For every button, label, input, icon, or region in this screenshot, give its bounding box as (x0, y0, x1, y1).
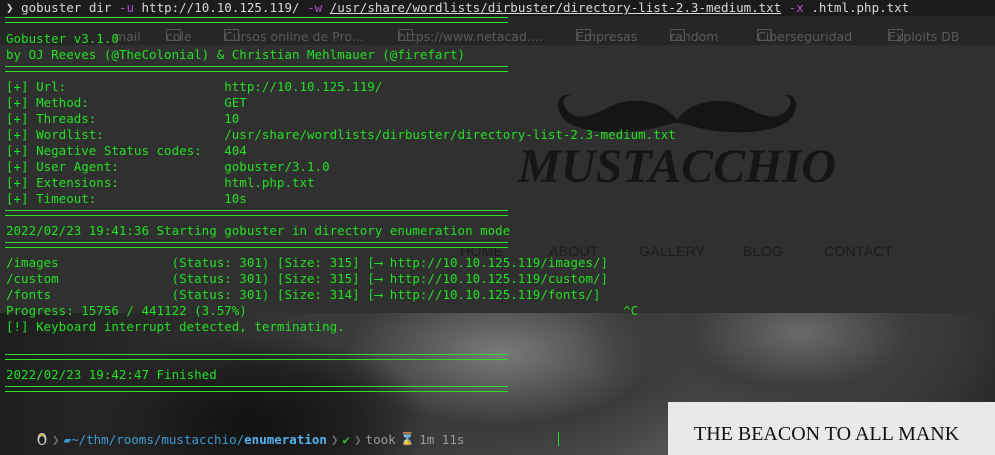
terminal-window[interactable]: ❯ gobuster dir -u http://10.10.125.119/ … (0, 0, 995, 455)
interrupt-message: [!] Keyboard interrupt detected, termina… (6, 319, 345, 334)
config-line: [+] Extensions: html.php.txt (6, 175, 315, 190)
config-line: [+] Url: http://10.10.125.119/ (6, 79, 383, 94)
current-directory: ▰ ~/thm/rooms/mustacchio/enumeration (63, 431, 327, 447)
start-message: 2022/02/23 19:41:36 Starting gobuster in… (6, 223, 511, 238)
result-row: /images (Status: 301) [Size: 315] [⟶ htt… (6, 255, 609, 270)
separator-rule (5, 210, 508, 216)
shell-prompt: ❯ ▰ ~/thm/rooms/mustacchio/enumeration ❯ … (36, 430, 464, 448)
separator-rule (5, 242, 508, 248)
config-line: [+] Method: GET (6, 95, 247, 110)
success-check-icon: ✔ (342, 431, 351, 447)
command-extensions: .html.php.txt (811, 0, 910, 15)
config-line: [+] User Agent: gobuster/3.1.0 (6, 159, 330, 174)
command-mode: dir (88, 0, 112, 15)
config-line: [+] Threads: 10 (6, 111, 240, 126)
chevron-right-icon: ❯ (330, 431, 339, 447)
flag-url: -u (118, 0, 134, 15)
config-line: [+] Negative Status codes: 404 (6, 143, 247, 158)
banner-title: Gobuster v3.1.0 (6, 31, 119, 46)
separator-rule (5, 386, 508, 392)
result-row: /custom (Status: 301) [Size: 315] [⟶ htt… (6, 271, 609, 286)
banner-authors: by OJ Reeves (@TheColonial) & Christian … (6, 47, 466, 62)
flag-extensions: -x (788, 0, 804, 15)
command-duration: 1m 11s (419, 431, 465, 447)
hourglass-icon: ⌛ (399, 431, 416, 446)
took-label: took (365, 431, 396, 447)
folder-icon: ▰ (63, 431, 72, 447)
command-line: ❯ gobuster dir -u http://10.10.125.119/ … (6, 0, 909, 16)
config-line: [+] Wordlist: /usr/share/wordlists/dirbu… (6, 127, 676, 142)
tux-icon (36, 432, 48, 446)
chevron-right-icon: ❯ (354, 431, 362, 447)
command-wordlist: /usr/share/wordlists/dirbuster/directory… (329, 0, 782, 15)
prompt-chevron-icon: ❯ (6, 0, 14, 15)
separator-rule (5, 17, 508, 23)
finished-message: 2022/02/23 19:42:47 Finished (6, 367, 217, 382)
config-line: [+] Timeout: 10s (6, 191, 247, 206)
separator-rule (5, 66, 508, 72)
result-row: /fonts (Status: 301) [Size: 314] [⟶ http… (6, 287, 601, 302)
separator-rule (5, 354, 508, 360)
command-program: gobuster (21, 0, 82, 15)
text-cursor[interactable] (558, 432, 559, 446)
flag-wordlist: -w (307, 0, 323, 15)
chevron-right-icon: ❯ (52, 431, 60, 447)
progress-line: Progress: 15756 / 441122 (3.57%) ^C (6, 303, 639, 318)
command-url: http://10.10.125.119/ (141, 0, 300, 15)
